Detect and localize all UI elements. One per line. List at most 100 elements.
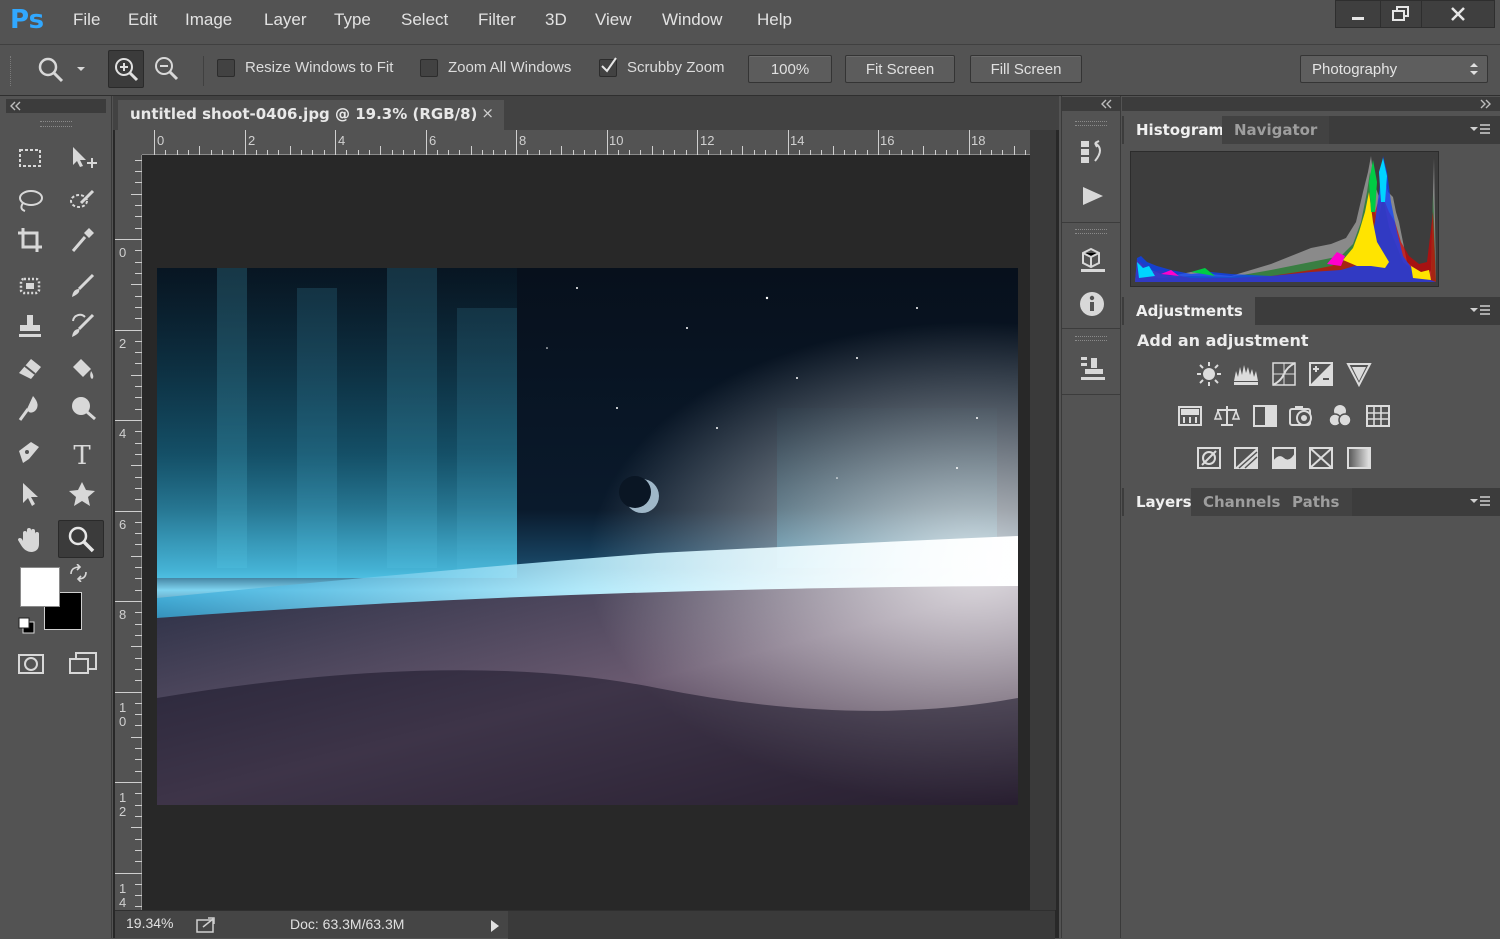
zoom-in-button[interactable] — [108, 50, 144, 88]
black-white-icon[interactable] — [1251, 402, 1279, 430]
zoom-all-windows-checkbox[interactable] — [420, 59, 438, 77]
horizontal-ruler[interactable]: 0 2 4 6 8 10 12 14 16 18 — [142, 130, 1030, 155]
menu-select[interactable]: Select — [401, 10, 448, 30]
collapse-arrows-icon[interactable] — [9, 101, 23, 111]
menu-edit[interactable]: Edit — [128, 10, 157, 30]
status-menu-arrow-icon[interactable] — [489, 919, 501, 933]
selective-color-icon[interactable] — [1307, 444, 1335, 472]
hue-saturation-icon[interactable] — [1176, 402, 1204, 430]
tool-custom-shape[interactable] — [62, 476, 102, 512]
channel-mixer-icon[interactable] — [1326, 402, 1354, 430]
tool-zoom[interactable] — [58, 520, 104, 558]
menu-image[interactable]: Image — [185, 10, 232, 30]
resize-windows-checkbox[interactable] — [217, 59, 235, 77]
menu-window[interactable]: Window — [662, 10, 722, 30]
expand-arrows-icon[interactable] — [1478, 99, 1492, 109]
horizontal-scrollbar[interactable] — [508, 911, 1055, 939]
panel-menu-button[interactable] — [1468, 494, 1492, 508]
restore-icon — [1392, 6, 1409, 21]
close-button[interactable] — [1421, 0, 1495, 28]
levels-icon[interactable] — [1232, 360, 1260, 388]
checkmark-icon — [601, 57, 617, 73]
fit-screen-button[interactable]: Fit Screen — [845, 55, 955, 83]
dock-3d-button[interactable] — [1072, 242, 1112, 278]
quick-mask-button[interactable] — [10, 646, 50, 682]
brightness-contrast-icon[interactable] — [1195, 360, 1223, 388]
ruler-origin[interactable] — [115, 130, 142, 155]
color-balance-icon[interactable] — [1213, 402, 1241, 430]
exposure-icon[interactable] — [1307, 360, 1335, 388]
tool-pen[interactable] — [10, 436, 50, 472]
default-colors-button[interactable] — [17, 616, 37, 636]
tool-quick-selection[interactable] — [62, 182, 102, 218]
dock-info-button[interactable] — [1072, 286, 1112, 322]
tool-eyedropper[interactable] — [62, 222, 102, 258]
tool-paint-bucket[interactable] — [62, 350, 102, 386]
dock-history-button[interactable] — [1072, 134, 1112, 170]
tool-crop[interactable] — [10, 222, 50, 258]
menu-view[interactable]: View — [595, 10, 632, 30]
vibrance-icon[interactable] — [1345, 360, 1373, 388]
restore-button[interactable] — [1380, 0, 1422, 28]
zoom-out-button[interactable] — [153, 55, 179, 81]
foreground-color-swatch[interactable] — [20, 567, 60, 607]
photo-filter-icon[interactable] — [1288, 402, 1316, 430]
swap-colors-icon — [70, 564, 87, 582]
collapse-arrows-icon[interactable] — [1100, 99, 1114, 109]
tool-lasso[interactable] — [10, 182, 50, 218]
minimize-button[interactable] — [1335, 0, 1381, 28]
tool-move[interactable] — [62, 140, 102, 176]
threshold-icon[interactable] — [1270, 444, 1298, 472]
tool-blur[interactable] — [10, 390, 50, 426]
ruler-label: 14 — [790, 133, 805, 148]
gradient-map-icon[interactable] — [1345, 444, 1373, 472]
tab-adjustments[interactable]: Adjustments — [1124, 297, 1255, 325]
tool-clone-stamp[interactable] — [10, 308, 50, 344]
menu-layer[interactable]: Layer — [264, 10, 307, 30]
zoom-level[interactable]: 19.34% — [126, 915, 173, 931]
workspace-select[interactable]: Photography — [1300, 55, 1488, 83]
curves-icon[interactable] — [1270, 360, 1298, 388]
ruler-label: 1 — [119, 790, 127, 805]
dock-actions-button[interactable] — [1072, 178, 1112, 214]
tool-dodge[interactable] — [62, 390, 102, 426]
panel-menu-button[interactable] — [1468, 122, 1492, 136]
vertical-scrollbar[interactable] — [1030, 130, 1056, 910]
tab-paths[interactable]: Paths — [1280, 488, 1352, 516]
tool-hand[interactable] — [10, 522, 50, 558]
panel-menu-button[interactable] — [1468, 303, 1492, 317]
menu-type[interactable]: Type — [334, 10, 371, 30]
pen-icon — [19, 442, 39, 463]
color-lookup-icon[interactable] — [1364, 402, 1392, 430]
tool-path-selection[interactable] — [10, 476, 50, 512]
swap-colors-button[interactable] — [68, 564, 88, 582]
tool-history-brush[interactable] — [62, 308, 102, 344]
menu-filter[interactable]: Filter — [478, 10, 516, 30]
tab-channels[interactable]: Channels — [1191, 488, 1293, 516]
invert-icon[interactable] — [1195, 444, 1223, 472]
tab-histogram[interactable]: Histogram — [1124, 116, 1236, 144]
dock-properties-button[interactable] — [1072, 350, 1112, 386]
tool-eraser[interactable] — [10, 350, 50, 386]
tool-spot-healing[interactable] — [10, 268, 50, 304]
tool-marquee[interactable] — [10, 140, 50, 176]
scrubby-zoom-checkbox[interactable] — [599, 57, 617, 77]
posterize-icon[interactable] — [1232, 444, 1260, 472]
tool-brush[interactable] — [62, 268, 102, 304]
menu-help[interactable]: Help — [757, 10, 792, 30]
tool-preset-picker[interactable] — [36, 55, 92, 83]
menu-3d[interactable]: 3D — [545, 10, 567, 30]
fill-screen-button[interactable]: Fill Screen — [970, 55, 1082, 83]
layers-list[interactable] — [1122, 516, 1500, 938]
document-image[interactable] — [157, 268, 1018, 805]
vertical-ruler[interactable]: 0 2 4 6 8 1 0 1 2 1 4 — [115, 155, 142, 910]
document-tab[interactable]: untitled shoot-0406.jpg @ 19.3% (RGB/8) … — [118, 100, 504, 130]
tab-navigator[interactable]: Navigator — [1222, 116, 1330, 144]
close-tab-icon[interactable]: × — [481, 104, 494, 122]
zoom-100-button[interactable]: 100% — [748, 55, 832, 83]
tool-type[interactable]: T — [62, 436, 102, 472]
screen-mode-button[interactable] — [62, 646, 102, 682]
share-icon[interactable] — [195, 916, 217, 934]
ruler-label: 8 — [119, 607, 127, 622]
menu-file[interactable]: File — [73, 10, 100, 30]
